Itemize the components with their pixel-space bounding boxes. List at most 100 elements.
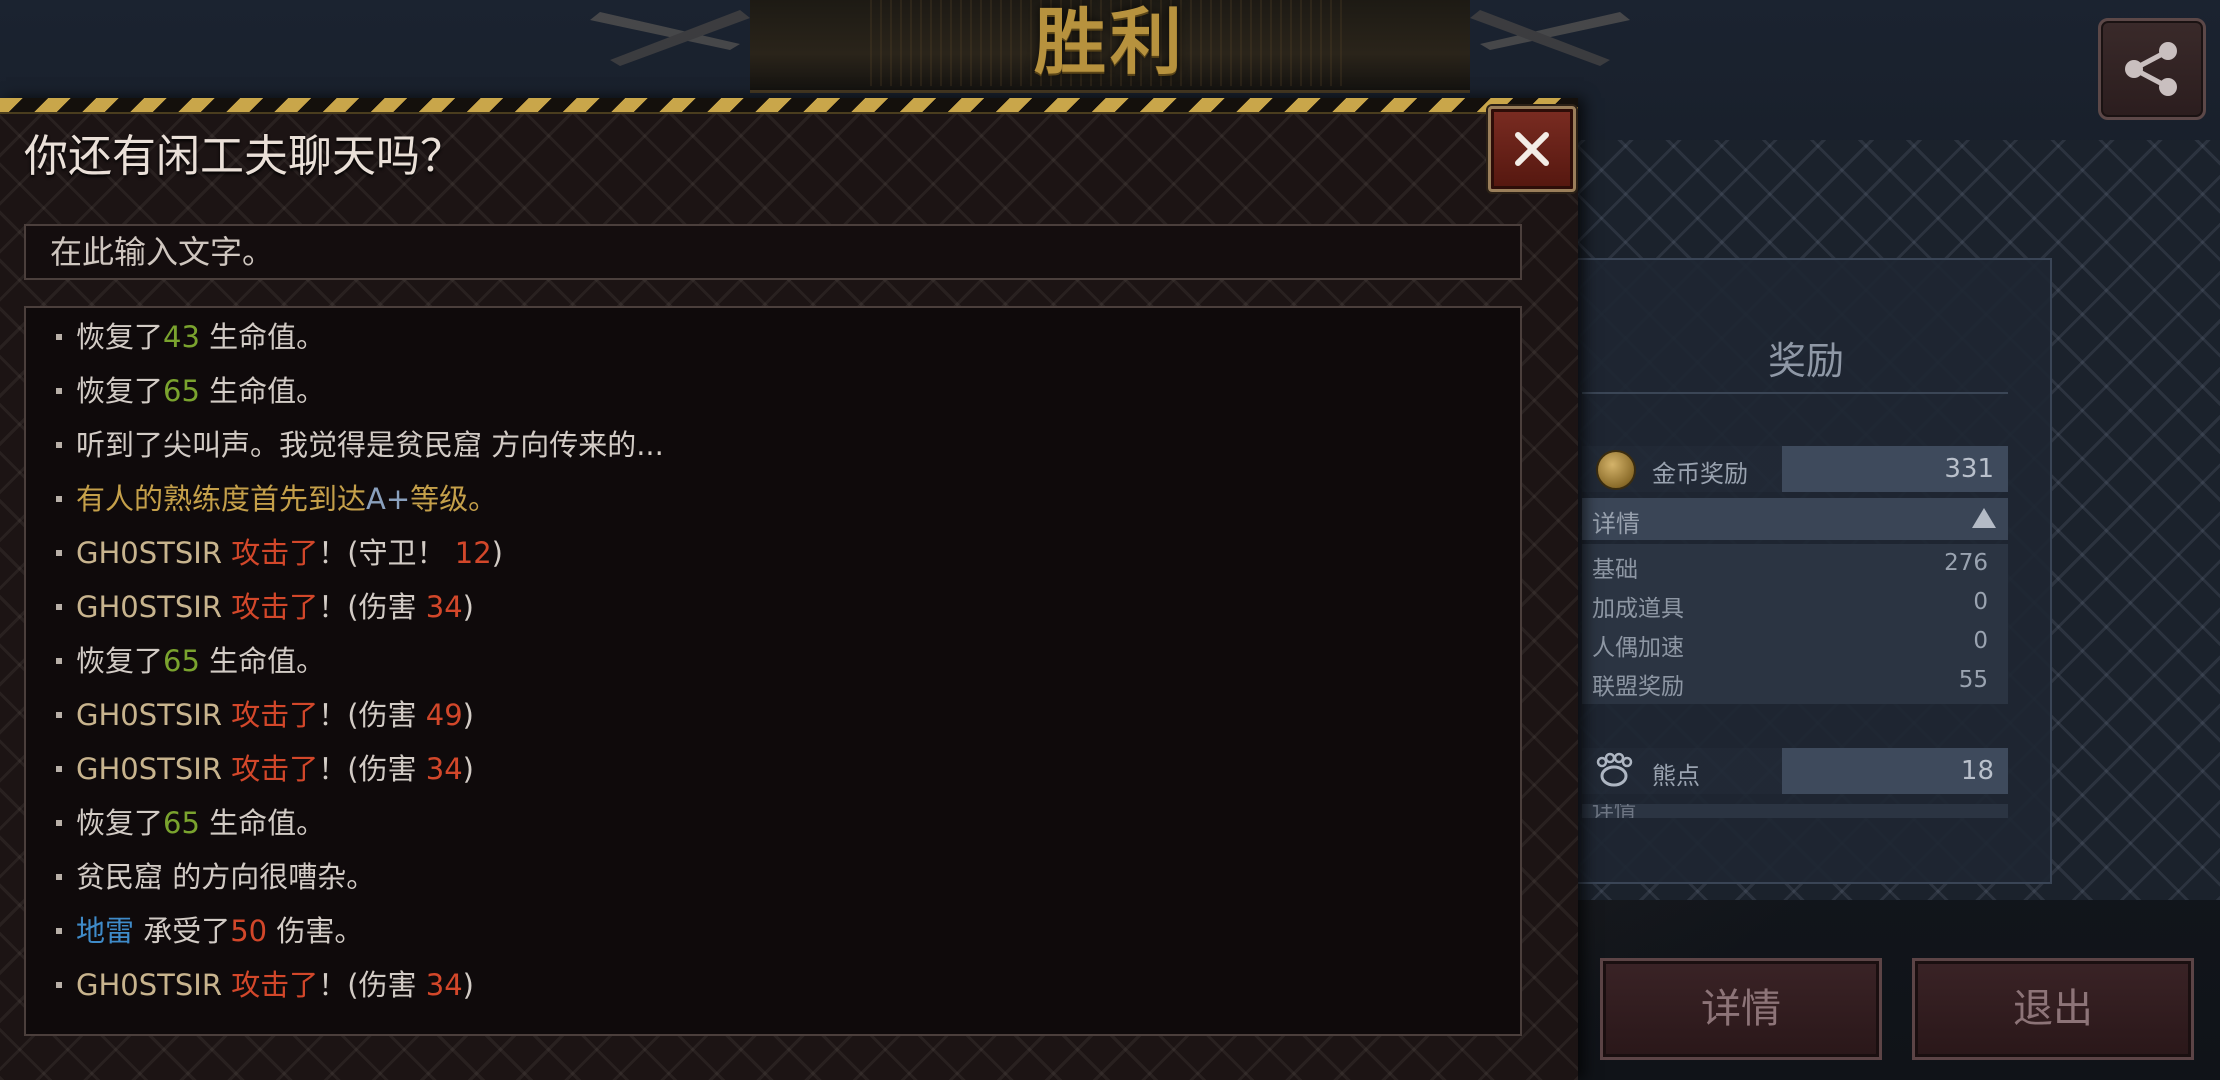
chat-log-segment: 34 [425,968,463,1002]
chat-log-segment: ) [462,698,474,732]
chat-log-segment: ) [462,590,474,624]
chat-log-line: GH0STSIR 攻击了！(守卫！ 12) [26,530,1506,576]
chat-log-segment: GH0STSIR [76,752,232,786]
coin-icon [1596,450,1636,490]
chat-log-text: 听到了尖叫声。我觉得是贫民窟 方向传来的... [76,422,664,468]
chat-log-segment: ！(伤害 [318,698,426,732]
chat-log-line: 恢复了65 生命值。 [26,638,1506,684]
chat-log-segment: 生命值。 [199,374,326,408]
details-label: 详情 [1592,510,1640,538]
coin-reward-label: 金币奖励 [1652,460,1748,488]
chat-log-segment: GH0STSIR [76,698,232,732]
coin-reward-value: 331 [1944,454,1994,484]
bullet-icon [56,820,62,826]
close-button[interactable] [1488,106,1576,192]
chat-log-segment: ！(伤害 [318,752,426,786]
chat-log-line: 恢复了65 生命值。 [26,800,1506,846]
chat-log-segment: 65 [163,644,200,678]
chat-log-segment: 地雷 [76,914,135,948]
chat-log-line: GH0STSIR 攻击了！(伤害 34) [26,962,1506,1008]
reward-divider [1582,392,2008,394]
chat-log-text: GH0STSIR 攻击了！(伤害 49) [76,692,474,738]
detail-item-value: 0 [1973,589,1988,615]
chat-log-segment: 攻击了 [231,752,319,786]
bullet-icon [56,604,62,610]
chat-log-line: 恢复了43 生命值。 [26,314,1506,360]
detail-item-value: 55 [1958,667,1988,693]
chat-log-segment: 65 [163,374,200,408]
coin-detail-list: 基础 276 加成道具 0 人偶加速 0 联盟奖励 55 [1582,544,2008,704]
details-button[interactable]: 详情 [1600,958,1882,1060]
reward-title: 奖励 [1767,339,1844,383]
chat-log-segment: 攻击了 [231,698,319,732]
dialog-title: 你还有闲工夫聊天吗？ [24,131,464,182]
chat-log-segment: 听到了尖叫声。我觉得是贫民窟 方向传来的... [76,428,664,462]
chat-log-text: 恢复了65 生命值。 [76,638,325,684]
bullet-icon [56,712,62,718]
exit-button[interactable]: 退出 [1912,958,2194,1060]
bullet-icon [56,550,62,556]
chat-log[interactable]: 恢复了43 生命值。 恢复了65 生命值。 听到了尖叫声。我觉得是贫民窟 方向传来的… [24,306,1522,1036]
chat-log-text: GH0STSIR 攻击了！(伤害 34) [76,746,474,792]
chat-log-segment: 34 [425,590,463,624]
chat-log-line: GH0STSIR 攻击了！(伤害 34) [26,584,1506,630]
game-screen: 胜利 奖励 金币奖励 331 详情 基础 276 加成道具 0 人偶加速 0 联… [0,0,2220,1080]
close-icon [1515,132,1549,166]
bullet-icon [56,874,62,880]
detail-item-value: 276 [1944,550,1988,576]
chat-log-segment: 承受了 [134,914,231,948]
chat-log-text: GH0STSIR 攻击了！(伤害 34) [76,962,474,1008]
coin-reward-row: 金币奖励 331 [1582,446,2008,492]
chat-log-text: 恢复了65 生命值。 [76,368,325,414]
bullet-icon [56,334,62,340]
chat-log-segment: ) [491,536,503,570]
chat-log-segment: 等级。 [410,482,498,516]
detail-item-label: 联盟奖励 [1592,674,1684,700]
chat-log-segment: 生命值。 [199,644,326,678]
share-button[interactable] [2098,18,2206,120]
bear-points-row: 熊点 18 [1582,748,2008,794]
chat-log-segment: 有人的熟练度首先到达 [76,482,367,516]
chat-log-segment: ！(伤害 [318,590,426,624]
chat-log-text: 贫民窟 的方向很嘈杂。 [76,854,375,900]
chat-log-segment: 攻击了 [231,536,319,570]
chat-log-segment: 攻击了 [231,590,319,624]
chat-log-segment: 50 [230,914,268,948]
bear-paw-icon [1596,752,1633,787]
chat-log-segment: 12 [454,536,492,570]
chat-input[interactable] [24,224,1522,280]
chat-log-segment: 攻击了 [231,968,319,1002]
detail-item: 人偶加速 0 [1592,628,1998,666]
bullet-icon [56,442,62,448]
detail-item: 基础 276 [1592,550,1998,588]
detail-item-label: 人偶加速 [1592,635,1684,661]
detail-item-label: 基础 [1592,557,1638,583]
share-icon [2125,42,2177,96]
chat-log-segment: 恢复了 [76,806,164,840]
chat-log-segment: 恢复了 [76,374,164,408]
coin-details-toggle[interactable]: 详情 [1582,498,2008,540]
hazard-stripe [0,98,1578,114]
bear-details-toggle-partial[interactable]: 详情 [1582,804,2008,818]
chat-log-line: 贫民窟 的方向很嘈杂。 [26,854,1506,900]
chat-log-text: GH0STSIR 攻击了！(守卫！ 12) [76,530,503,576]
chat-log-text: 恢复了65 生命值。 [76,800,325,846]
triangle-up-icon [1972,508,1996,528]
bear-points-label: 熊点 [1652,762,1700,790]
chat-log-segment: GH0STSIR [76,590,232,624]
chat-log-line: 有人的熟练度首先到达A+等级。 [26,476,1506,522]
chat-log-segment: 生命值。 [199,320,326,354]
details-label: 详情 [1592,804,1637,818]
bear-points-value: 18 [1960,756,1994,786]
chat-log-segment: A+ [366,482,411,516]
chat-log-segment: 恢复了 [76,644,164,678]
bullet-icon [56,658,62,664]
detail-item: 加成道具 0 [1592,589,1998,627]
chat-log-text: 有人的熟练度首先到达A+等级。 [76,476,497,522]
chat-log-segment: ) [462,968,474,1002]
detail-item: 联盟奖励 55 [1592,667,1998,705]
chat-log-line: GH0STSIR 攻击了！(伤害 34) [26,746,1506,792]
bullet-icon [56,388,62,394]
chat-log-text: 地雷 承受了50 伤害。 [76,908,363,954]
chat-log-segment: 49 [425,698,463,732]
